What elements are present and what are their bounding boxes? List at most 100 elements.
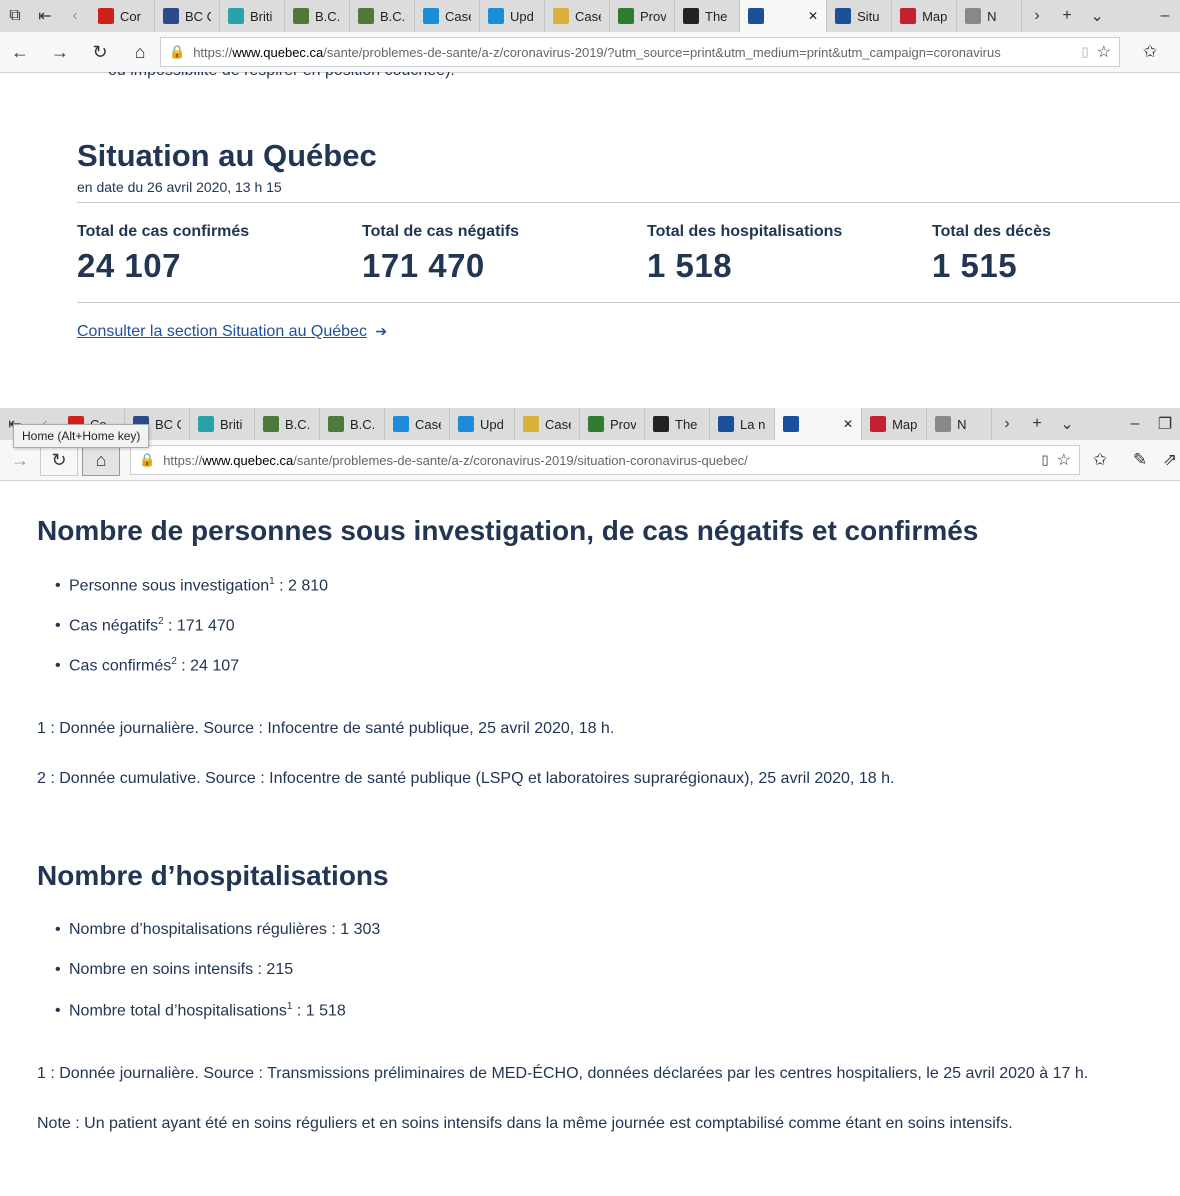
situation-link[interactable]: Consulter la section Situation au Québec… — [77, 323, 387, 341]
situation-date: en date du 26 avril 2020, 13 h 15 — [77, 179, 282, 195]
new-tab-button[interactable]: + — [1052, 0, 1082, 32]
tab-title: La n — [740, 416, 766, 432]
browser-tab[interactable]: Case — [545, 0, 610, 32]
fleur-de-lis-icon — [718, 416, 734, 432]
lock-icon: 🔒 — [169, 44, 186, 59]
doc-icon — [553, 8, 569, 24]
tab-title: Case — [445, 8, 471, 24]
forward-button[interactable]: → — [0, 450, 40, 471]
tab-actions-icon[interactable]: ⧉ — [0, 0, 30, 32]
restore-button[interactable]: ❐ — [1150, 408, 1180, 440]
browser-tab[interactable]: Case — [415, 0, 480, 32]
set-aside-tabs-icon[interactable]: ⇤ — [30, 0, 60, 32]
stat-value: 171 470 — [362, 247, 485, 284]
refresh-button[interactable]: ↻ — [40, 444, 78, 476]
share-icon[interactable]: ⇗ — [1160, 450, 1180, 470]
browser-tab[interactable]: The — [675, 0, 740, 32]
shield-icon — [683, 8, 699, 24]
tab-list-2: CoBC CBritiB.C.B.C.CaseUpdCaseProvTheLa … — [60, 408, 993, 440]
home-button[interactable]: ⌂ — [120, 42, 160, 63]
situation-link-text[interactable]: Consulter la section Situation au Québec — [77, 323, 367, 340]
browser-tab[interactable]: Case — [385, 408, 450, 440]
close-tab-icon[interactable]: ✕ — [843, 417, 853, 431]
browser-tab[interactable]: Briti — [190, 408, 255, 440]
tab-title: Case — [575, 8, 601, 24]
minimize-button[interactable]: – — [1150, 0, 1180, 32]
browser-tab[interactable]: The — [645, 408, 710, 440]
lock-icon: 🔒 — [139, 452, 156, 467]
tab-title: Map — [892, 416, 918, 432]
browser-tab[interactable]: Cor — [90, 0, 155, 32]
browser-tab[interactable]: B.C. — [255, 408, 320, 440]
tab-title: Prov — [640, 8, 666, 24]
scroll-tabs-left-icon[interactable]: ‹ — [60, 0, 90, 32]
favorites-hub-icon[interactable]: ✩ — [1120, 42, 1180, 62]
fleur-de-lis-icon — [748, 8, 764, 24]
scroll-tabs-right-icon[interactable]: › — [1022, 0, 1052, 32]
browser-tab[interactable]: Map — [862, 408, 928, 440]
browser-tab[interactable]: B.C. — [320, 408, 385, 440]
reading-view-icon[interactable]: ▯ — [1042, 452, 1049, 468]
favorite-star-icon[interactable]: ☆ — [1097, 42, 1111, 62]
browser-tab[interactable]: Prov — [580, 408, 645, 440]
maple-leaf-icon — [98, 8, 114, 24]
stat-label: Total des hospitalisations — [647, 223, 843, 240]
browser-tab[interactable]: Map — [892, 0, 958, 32]
favorite-star-icon[interactable]: ☆ — [1057, 450, 1071, 470]
footnote: 1 : Donnée journalière. Source : Infocen… — [37, 720, 615, 737]
browser-tab[interactable]: ✕ — [740, 0, 828, 32]
browser-tab[interactable]: Prov — [610, 0, 675, 32]
browser-tab[interactable]: Situ — [827, 0, 893, 32]
browser-tab[interactable]: La n — [710, 408, 775, 440]
browser-tab[interactable]: Upd — [450, 408, 515, 440]
url-text-1: https://www.quebec.ca/sante/problemes-de… — [193, 44, 1001, 60]
browser-tab[interactable]: Upd — [480, 0, 545, 32]
new-tab-button[interactable]: + — [1022, 408, 1052, 440]
map-icon — [900, 8, 917, 24]
back-button[interactable]: ← — [0, 42, 40, 63]
browser-tab[interactable]: B.C. — [350, 0, 415, 32]
address-bar-2[interactable]: 🔒 https://www.quebec.ca/sante/problemes-… — [130, 445, 1080, 475]
tab-title: B.C. — [350, 416, 376, 432]
favorites-hub-icon[interactable]: ✩ — [1080, 450, 1120, 470]
globe-icon — [358, 8, 374, 24]
browser-tab[interactable]: Case — [515, 408, 580, 440]
home-tooltip: Home (Alt+Home key) — [13, 424, 150, 448]
pen-notes-icon[interactable]: ✎ — [1120, 450, 1160, 470]
browser-tab[interactable]: ✕ — [775, 408, 863, 440]
fleur-de-lis-icon — [835, 8, 852, 24]
url-text-2: https://www.quebec.ca/sante/problemes-de… — [163, 452, 748, 468]
minimize-button[interactable]: – — [1120, 408, 1150, 440]
tab-strip-1: ⧉ ⇤ ‹ Cor BC C Briti B.C. B.C. Case Upd Case Pro… — [0, 0, 1180, 32]
scroll-tabs-right-icon[interactable]: › — [992, 408, 1022, 440]
tab-title: Upd — [480, 416, 504, 432]
address-bar-1[interactable]: 🔒 https://www.quebec.ca/sante/problemes-… — [160, 37, 1120, 67]
list-item: • Personne sous investigation1 : 2 810 — [55, 576, 329, 595]
browser-tab[interactable]: B.C. — [285, 0, 350, 32]
globe-icon — [293, 8, 309, 24]
reading-view-icon[interactable]: ▯ — [1082, 44, 1089, 60]
tab-title: B.C. — [315, 8, 341, 24]
browser-tab[interactable]: N — [957, 0, 1023, 32]
nav-bar-2: → ↻ ⌂ 🔒 https://www.quebec.ca/sante/prob… — [0, 440, 1180, 481]
browser-tab[interactable]: Briti — [220, 0, 285, 32]
home-button[interactable]: ⌂ — [82, 444, 120, 476]
close-tab-icon[interactable]: ✕ — [808, 9, 818, 23]
browser-tab[interactable]: BC C — [155, 0, 220, 32]
tab-preview-chevron-icon[interactable]: ⌄ — [1082, 0, 1112, 32]
stat-value: 1 518 — [647, 247, 733, 284]
forward-button[interactable]: → — [40, 42, 80, 63]
chart-icon — [423, 8, 439, 24]
section-title-hospitalisations: Nombre d’hospitalisations — [37, 860, 389, 891]
fleur-de-lis-icon — [783, 416, 799, 432]
tab-title: Situ — [857, 8, 880, 24]
stat-label: Total des décès — [932, 223, 1051, 240]
list-item: • Cas négatifs2 : 171 470 — [55, 616, 235, 635]
bc-icon — [163, 8, 179, 24]
flag-icon — [618, 8, 634, 24]
shield-icon — [653, 416, 669, 432]
refresh-button[interactable]: ↻ — [80, 42, 120, 63]
tab-preview-chevron-icon[interactable]: ⌄ — [1052, 408, 1082, 440]
browser-tab[interactable]: N — [927, 408, 993, 440]
tab-title: Upd — [510, 8, 534, 24]
